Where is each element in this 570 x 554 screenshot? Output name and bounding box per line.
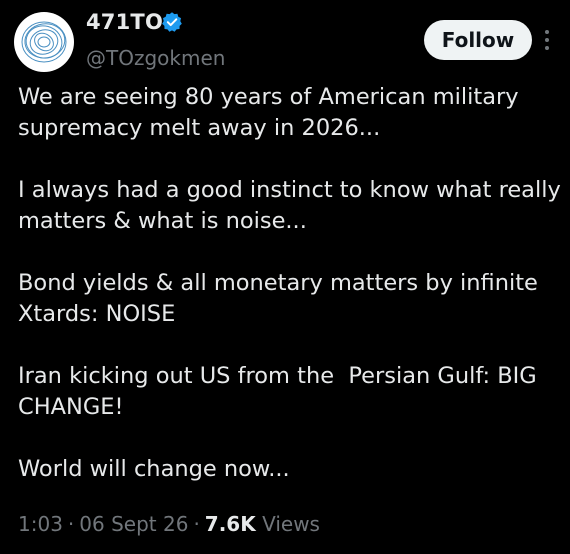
- avatar-scribble-icon: [21, 21, 67, 63]
- more-vertical-icon[interactable]: [541, 26, 553, 54]
- follow-button[interactable]: Follow: [424, 20, 532, 60]
- tweet-meta: 1:03 · 06 Sept 26 · 7.6K Views: [18, 507, 320, 541]
- tweet-text: We are seeing 80 years of American milit…: [18, 84, 561, 482]
- views-count[interactable]: 7.6K: [205, 512, 256, 536]
- display-name[interactable]: 471TO: [86, 8, 163, 36]
- user-handle[interactable]: @TOzgokmen: [86, 45, 225, 71]
- meta-separator: ·: [67, 512, 75, 536]
- views-label: Views: [262, 512, 320, 536]
- tweet-date[interactable]: 06 Sept 26: [79, 512, 188, 536]
- verified-badge-icon: [162, 12, 182, 32]
- tweet-card: 471TO @TOzgokmen Follow We are seeing 80…: [0, 0, 570, 554]
- tweet-time[interactable]: 1:03: [18, 512, 63, 536]
- avatar[interactable]: [14, 12, 74, 72]
- meta-separator: ·: [193, 512, 200, 536]
